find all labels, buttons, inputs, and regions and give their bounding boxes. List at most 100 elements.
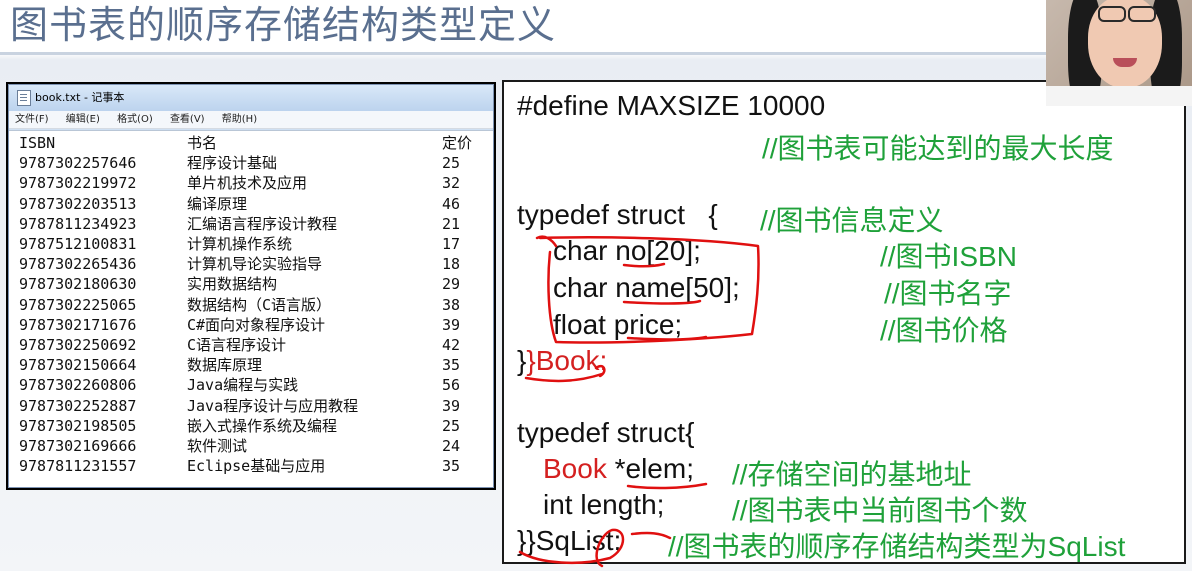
book-row: 9787512100831 计算机操作系统 17 — [19, 234, 493, 254]
book-isbn: 9787302225065 — [19, 295, 137, 314]
book-isbn: 9787512100831 — [19, 235, 137, 254]
menu-view[interactable]: 查看(V) — [170, 114, 205, 125]
book-price: 56 — [442, 376, 461, 395]
book-isbn: 9787302252887 — [19, 396, 137, 415]
comment-length: //图书表中当前图书个数 — [732, 495, 1028, 526]
comment-name: //图书名字 — [884, 278, 1012, 309]
book-isbn: 9787302180630 — [19, 275, 137, 294]
book-price: 42 — [442, 336, 461, 355]
code-sqlist-close: }}SqList; — [517, 525, 622, 556]
book-row: 9787811234923 汇编语言程序设计教程 21 — [19, 214, 493, 234]
book-title: C#面向对象程序设计 — [187, 315, 326, 334]
book-row: 9787302171676 C#面向对象程序设计 39 — [19, 315, 493, 335]
notepad-icon — [17, 90, 31, 106]
book-price: 17 — [442, 235, 461, 254]
code-field-no: char no[20]; — [553, 235, 701, 266]
notepad-titlebar[interactable]: book.txt - 记事本 — [9, 85, 493, 111]
book-isbn: 9787811231557 — [19, 457, 137, 476]
code-field-length: int length; — [543, 489, 665, 520]
slide-title: 图书表的顺序存储结构类型定义 — [10, 3, 557, 47]
book-isbn: 9787302265436 — [19, 255, 137, 274]
header-row: ISBN 书名 定价 — [19, 133, 493, 153]
book-row: 9787302225065 数据结构（C语言版） 38 — [19, 295, 493, 315]
book-price: 18 — [442, 255, 461, 274]
code-elem-pointer: *elem; — [614, 453, 694, 484]
book-price: 39 — [442, 396, 461, 415]
code-book-type-name: }Book; — [526, 345, 608, 376]
code-field-price: float price; — [553, 309, 683, 340]
code-sqlist-name: }SqList; — [526, 525, 622, 556]
code-define-line: #define MAXSIZE 10000 — [517, 90, 826, 121]
book-isbn: 9787302257646 — [19, 154, 137, 173]
notepad-window-title: book.txt - 记事本 — [35, 91, 125, 104]
menu-help[interactable]: 帮助(H) — [222, 114, 257, 125]
book-row: 9787302250692 C语言程序设计 42 — [19, 335, 493, 355]
book-price: 46 — [442, 194, 461, 213]
code-field-elem: Book *elem; — [543, 453, 694, 485]
book-isbn: 9787302171676 — [19, 315, 137, 334]
book-row: 9787302180630 实用数据结构 29 — [19, 274, 493, 294]
book-row: 9787302219972 单片机技术及应用 32 — [19, 173, 493, 193]
book-title: 汇编语言程序设计教程 — [187, 214, 338, 233]
book-title: 程序设计基础 — [187, 154, 278, 173]
book-isbn: 9787302150664 — [19, 356, 137, 375]
menu-format[interactable]: 格式(O) — [117, 114, 153, 125]
book-row: 9787302265436 计算机导论实验指导 18 — [19, 254, 493, 274]
header-isbn: ISBN — [19, 134, 56, 152]
book-price: 38 — [442, 295, 461, 314]
notepad-menubar: 文件(F) 编辑(E) 格式(O) 查看(V) 帮助(H) — [9, 111, 493, 129]
book-isbn: 9787811234923 — [19, 214, 137, 233]
book-title: 嵌入式操作系统及编程 — [187, 416, 338, 435]
book-price: 21 — [442, 214, 461, 233]
comment-maxsize: //图书表可能达到的最大长度 — [762, 133, 1114, 164]
book-isbn: 9787302198505 — [19, 416, 137, 435]
book-price: 24 — [442, 437, 461, 456]
book-isbn: 9787302169666 — [19, 437, 137, 456]
book-title: 计算机操作系统 — [187, 235, 293, 254]
code-typedef-book: typedef struct { — [517, 199, 718, 230]
comment-book-def: //图书信息定义 — [760, 205, 944, 236]
code-typedef-sqlist: typedef struct{ — [517, 417, 695, 448]
book-title: Java编程与实践 — [187, 376, 299, 395]
comment-isbn: //图书ISBN — [880, 241, 1017, 272]
book-title: 编译原理 — [187, 194, 248, 213]
notepad-text-area[interactable]: ISBN 书名 定价 9787302257646 程序设计基础 25 97873022… — [9, 130, 493, 487]
book-row: 9787302169666 软件测试 24 — [19, 436, 493, 456]
code-book-close: }}Book; — [517, 345, 608, 376]
book-title: Eclipse基础与应用 — [187, 457, 326, 476]
book-row: 9787302257646 程序设计基础 25 — [19, 153, 493, 173]
notepad-window: book.txt - 记事本 文件(F) 编辑(E) 格式(O) 查看(V) 帮… — [6, 82, 496, 490]
book-row: 9787302203513 编译原理 46 — [19, 194, 493, 214]
book-price: 25 — [442, 416, 461, 435]
menu-edit[interactable]: 编辑(E) — [66, 114, 100, 125]
book-price: 32 — [442, 174, 461, 193]
menu-file[interactable]: 文件(F) — [15, 114, 49, 125]
book-isbn: 9787302219972 — [19, 174, 137, 193]
book-isbn: 9787302260806 — [19, 376, 137, 395]
title-divider — [0, 52, 1192, 55]
book-price: 35 — [442, 457, 461, 476]
presenter-webcam — [1046, 0, 1192, 106]
comment-price: //图书价格 — [880, 315, 1008, 346]
book-title: Java程序设计与应用教程 — [187, 396, 359, 415]
book-price: 39 — [442, 315, 461, 334]
book-isbn: 9787302203513 — [19, 194, 137, 213]
book-isbn: 9787302250692 — [19, 336, 137, 355]
book-price: 35 — [442, 356, 461, 375]
book-price: 29 — [442, 275, 461, 294]
header-title: 书名 — [187, 134, 218, 152]
book-title: 单片机技术及应用 — [187, 174, 308, 193]
header-price: 定价 — [442, 134, 473, 152]
comment-elem: //存储空间的基地址 — [732, 459, 972, 490]
book-title: 软件测试 — [187, 437, 248, 456]
book-row: 9787302198505 嵌入式操作系统及编程 25 — [19, 416, 493, 436]
book-title: 数据结构（C语言版） — [187, 295, 332, 314]
code-book-type-ref: Book — [543, 453, 607, 484]
book-title: 计算机导论实验指导 — [187, 255, 323, 274]
book-row: 9787302150664 数据库原理 35 — [19, 355, 493, 375]
book-price: 25 — [442, 154, 461, 173]
book-row: 9787302252887 Java程序设计与应用教程 39 — [19, 396, 493, 416]
code-field-name: char name[50]; — [553, 272, 740, 303]
book-title: 数据库原理 — [187, 356, 263, 375]
book-title: 实用数据结构 — [187, 275, 278, 294]
